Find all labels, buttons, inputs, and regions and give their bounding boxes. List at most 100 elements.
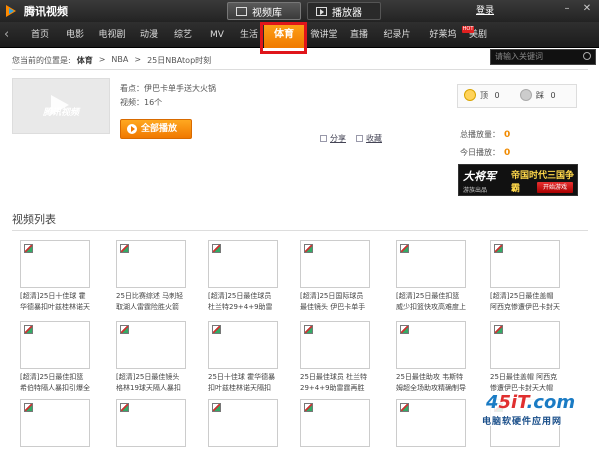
video-card[interactable]: [超清]25日最佳盖帽 阿西克惨遭伊巴卡封天大 [490,240,560,313]
video-thumbnail[interactable] [116,321,186,369]
nav-item-hollywood[interactable]: 好莱坞 [420,22,466,48]
video-thumbnail[interactable] [490,240,560,288]
nav-item-anime[interactable]: 动漫 [132,22,166,48]
video-title[interactable]: [超清]25日国际球员最佳镜头 伊巴卡单手送天 [300,291,370,313]
video-thumbnail[interactable] [208,321,278,369]
video-thumbnail[interactable] [208,399,278,447]
play-all-button[interactable]: 全部播放 [120,119,192,139]
breadcrumb-item-sports[interactable]: 体育 [77,55,93,66]
today-plays-value: 0 [504,148,511,158]
nav-item-lecture[interactable]: 微讲堂 [304,22,344,48]
breadcrumb-item-nba[interactable]: NBA [111,55,128,66]
back-arrow-icon[interactable]: ‹ [4,27,9,42]
nav-item-live[interactable]: 直播 [344,22,374,48]
broken-image-icon [212,325,221,334]
search-icon[interactable] [583,52,591,60]
video-thumbnail[interactable] [208,240,278,288]
ad-start-game-button[interactable]: 开始游戏 [537,182,573,193]
close-button[interactable]: ✕ [580,3,594,15]
video-thumbnail[interactable] [116,399,186,447]
video-title[interactable] [116,450,186,472]
video-thumbnail[interactable] [396,240,466,288]
video-thumbnail[interactable] [300,321,370,369]
video-card[interactable]: [超清]25日最佳扣篮 希伯特隔人暴扣引爆全场 [20,321,90,394]
video-thumbnail[interactable] [396,399,466,447]
video-title[interactable]: [超清]25日最佳盖帽 阿西克惨遭伊巴卡封天大 [490,291,560,313]
video-title[interactable]: 25日最佳助攻 韦斯特姆超全场助攻精确制导 [396,372,466,394]
video-card[interactable]: [超清]25日国际球员最佳镜头 伊巴卡单手送天 [300,240,370,313]
video-card[interactable]: 25日最佳球员 杜兰特29+4+9助雷霆再胜火箭 [300,321,370,394]
share-link[interactable]: 分享 [320,133,346,144]
video-card[interactable]: 25日比赛综述 马刺轻取湖人雷霆险胜火箭 [116,240,186,313]
login-link[interactable]: 登录 [476,3,494,16]
hot-badge: HOT [462,26,474,33]
video-card[interactable]: [超清]25日十佳球 霍华德暴扣叶兹桂林诺天隔 [20,240,90,313]
video-thumbnail[interactable] [300,240,370,288]
video-card[interactable] [20,399,90,472]
video-card[interactable] [300,399,370,472]
album-info: 看点：伊巴卡单手送大火锅 视频：16个 [120,82,216,110]
thumbs-down-button[interactable]: 踩 0 [520,89,556,103]
video-title[interactable] [300,450,370,472]
favorite-link[interactable]: 收藏 [356,133,382,144]
video-title[interactable]: [超清]25日十佳球 霍华德暴扣叶兹桂林诺天隔 [20,291,90,313]
total-plays-value: 0 [504,130,511,140]
tab-label: 视频库 [252,7,282,19]
video-thumbnail[interactable] [20,240,90,288]
play-icon [127,124,137,134]
broken-image-icon [400,403,409,412]
video-title[interactable] [490,450,560,472]
tab-player[interactable]: 播放器 [307,2,381,20]
nav-item-variety[interactable]: 综艺 [166,22,200,48]
broken-image-icon [212,403,221,412]
video-thumbnail[interactable] [300,399,370,447]
video-list-title: 视频列表 [12,213,56,226]
video-thumbnail[interactable] [20,321,90,369]
breadcrumb-item-current: 25日NBAtop时刻 [147,56,212,65]
video-title[interactable]: 25日最佳盖帽 阿西克惨遭伊巴卡封天大帽 [490,372,560,394]
breadcrumb-prefix: 您当前的位置是: [12,56,71,65]
game-ad-banner[interactable]: 大将军 帝国时代三国争霸 游族出品 开始游戏 [458,164,578,196]
video-card[interactable] [116,399,186,472]
video-title[interactable] [20,450,90,472]
video-thumbnail[interactable] [490,321,560,369]
video-card[interactable]: 25日最佳盖帽 阿西克惨遭伊巴卡封天大帽 [490,321,560,394]
broken-image-icon [120,244,129,253]
nav-item-documentary[interactable]: 纪录片 [374,22,420,48]
video-card[interactable]: 25日最佳助攻 韦斯特姆超全场助攻精确制导 [396,321,466,394]
video-title[interactable]: [超清]25日最佳球员 杜兰特29+4+9助雷霆再胜火箭 [208,291,278,313]
video-card[interactable]: 25日十佳球 霍华德暴扣叶兹桂林诺天隔扣 [208,321,278,394]
nav-item-home[interactable]: 首页 [22,22,58,48]
video-thumbnail[interactable] [116,240,186,288]
minimize-button[interactable]: – [560,3,574,15]
tencent-video-logo-icon [4,4,20,18]
video-title[interactable]: 25日比赛综述 马刺轻取湖人雷霆险胜火箭 [116,291,186,313]
video-card[interactable] [396,399,466,472]
search-input[interactable]: 请输入关键词 [490,49,596,65]
video-card[interactable] [208,399,278,472]
video-card[interactable]: [超清]25日最佳球员 杜兰特29+4+9助雷霆再胜火箭 [208,240,278,313]
divider [12,69,588,70]
app-name: 腾讯视频 [24,5,68,18]
album-highlight: 看点：伊巴卡单手送大火锅 [120,84,216,93]
broken-image-icon [494,244,503,253]
ad-publisher: 游族出品 [463,187,488,194]
video-title[interactable]: [超清]25日最佳镜头 格林19球天隔人暴扣 [116,372,186,394]
video-thumbnail[interactable] [20,399,90,447]
thumbs-up-button[interactable]: 顶 0 [464,89,500,103]
video-card[interactable]: [超清]25日最佳扣篮 威少扣篮快攻高难度上篮 [396,240,466,313]
video-title[interactable]: [超清]25日最佳扣篮 希伯特隔人暴扣引爆全场 [20,372,90,394]
nav-item-tv[interactable]: 电视剧 [92,22,132,48]
video-card[interactable]: [超清]25日最佳镜头 格林19球天隔人暴扣 [116,321,186,394]
album-thumbnail[interactable]: 腾讯视频 [12,78,110,134]
nav-item-mv[interactable]: MV [200,22,234,48]
video-title[interactable] [208,450,278,472]
video-thumbnail[interactable] [396,321,466,369]
tab-video-library[interactable]: 视频库 [227,2,301,20]
broken-image-icon [400,244,409,253]
nav-item-movies[interactable]: 电影 [58,22,92,48]
video-title[interactable]: [超清]25日最佳扣篮 威少扣篮快攻高难度上篮 [396,291,466,313]
video-title[interactable] [396,450,466,472]
video-title[interactable]: 25日最佳球员 杜兰特29+4+9助雷霆再胜火箭 [300,372,370,394]
video-title[interactable]: 25日十佳球 霍华德暴扣叶兹桂林诺天隔扣 [208,372,278,394]
